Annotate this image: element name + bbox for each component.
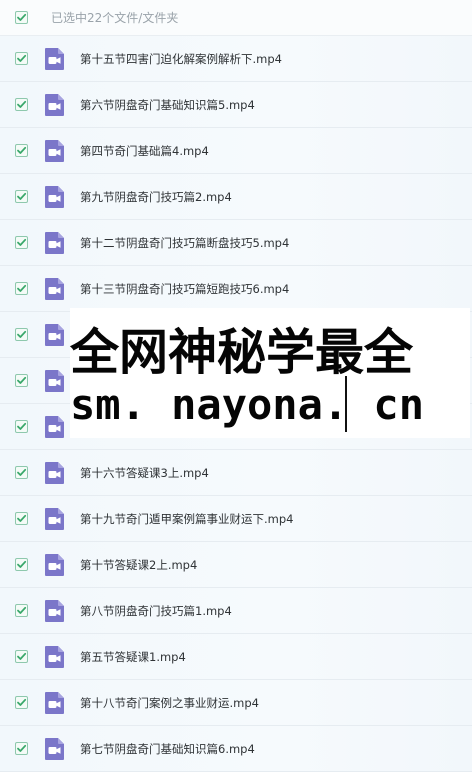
file-name[interactable]: 第十三节阴盘奇门技巧篇短跑技巧6.mp4: [80, 281, 289, 297]
checkmark-icon: [17, 422, 27, 430]
checkmark-icon: [17, 560, 27, 568]
file-row[interactable]: 第十九节奇门遁甲案例篇事业财运下.mp4: [0, 496, 472, 542]
file-row[interactable]: 第六节阴盘奇门基础知识篇5.mp4: [0, 82, 472, 128]
watermark-overlay: 全网神秘学最全 sm. nayona. cn: [70, 308, 470, 438]
file-name[interactable]: 第五节答疑课1.mp4: [80, 649, 186, 665]
file-name[interactable]: 第十节答疑课2上.mp4: [80, 557, 197, 573]
file-name[interactable]: 第四节奇门基础篇4.mp4: [80, 143, 209, 159]
file-checkbox[interactable]: [15, 374, 28, 387]
file-row[interactable]: 第九节阴盘奇门技巧篇2.mp4: [0, 174, 472, 220]
checkmark-icon: [17, 652, 27, 660]
file-row[interactable]: 第十三节阴盘奇门技巧篇短跑技巧6.mp4: [0, 266, 472, 312]
file-row[interactable]: 第七节阴盘奇门基础知识篇6.mp4: [0, 726, 472, 772]
video-file-icon: [44, 185, 65, 209]
video-file-icon: [44, 369, 65, 393]
file-checkbox[interactable]: [15, 604, 28, 617]
checkmark-icon: [17, 468, 27, 476]
file-name[interactable]: 第九节阴盘奇门技巧篇2.mp4: [80, 189, 232, 205]
file-checkbox[interactable]: [15, 650, 28, 663]
checkmark-icon: [17, 146, 27, 154]
selection-header: 已选中22个文件/文件夹: [0, 0, 472, 36]
file-checkbox[interactable]: [15, 742, 28, 755]
file-checkbox[interactable]: [15, 328, 28, 341]
checkmark-icon: [17, 514, 27, 522]
video-file-icon: [44, 691, 65, 715]
select-all-checkbox[interactable]: [15, 11, 28, 24]
checkmark-icon: [17, 330, 27, 338]
file-checkbox[interactable]: [15, 98, 28, 111]
file-checkbox[interactable]: [15, 144, 28, 157]
checkmark-icon: [17, 192, 27, 200]
file-checkbox[interactable]: [15, 236, 28, 249]
video-file-icon: [44, 645, 65, 669]
file-row[interactable]: 第十节答疑课2上.mp4: [0, 542, 472, 588]
file-name[interactable]: 第十六节答疑课3上.mp4: [80, 465, 209, 481]
checkmark-icon: [17, 376, 27, 384]
video-file-icon: [44, 737, 65, 761]
file-checkbox[interactable]: [15, 282, 28, 295]
file-checkbox[interactable]: [15, 696, 28, 709]
video-file-icon: [44, 507, 65, 531]
checkmark-icon: [17, 54, 27, 62]
selection-count-label: 已选中22个文件/文件夹: [51, 11, 179, 25]
file-row[interactable]: 第十五节四害门迫化解案例解析下.mp4: [0, 36, 472, 82]
checkmark-icon: [17, 100, 27, 108]
video-file-icon: [44, 461, 65, 485]
file-checkbox[interactable]: [15, 558, 28, 571]
video-file-icon: [44, 231, 65, 255]
text-cursor: [345, 376, 347, 432]
video-file-icon: [44, 599, 65, 623]
video-file-icon: [44, 415, 65, 439]
video-file-icon: [44, 47, 65, 71]
checkmark-icon: [17, 606, 27, 614]
file-name[interactable]: 第七节阴盘奇门基础知识篇6.mp4: [80, 741, 255, 757]
file-name[interactable]: 第十五节四害门迫化解案例解析下.mp4: [80, 51, 282, 67]
checkmark-icon: [17, 238, 27, 246]
file-name[interactable]: 第六节阴盘奇门基础知识篇5.mp4: [80, 97, 255, 113]
checkmark-icon: [17, 698, 27, 706]
file-name[interactable]: 第十二节阴盘奇门技巧篇断盘技巧5.mp4: [80, 235, 289, 251]
video-file-icon: [44, 323, 65, 347]
checkmark-icon: [17, 13, 27, 21]
video-file-icon: [44, 553, 65, 577]
file-checkbox[interactable]: [15, 420, 28, 433]
watermark-url: sm. nayona. cn: [70, 380, 425, 429]
file-checkbox[interactable]: [15, 190, 28, 203]
file-name[interactable]: 第十九节奇门遁甲案例篇事业财运下.mp4: [80, 511, 293, 527]
file-row[interactable]: 第十八节奇门案例之事业财运.mp4: [0, 680, 472, 726]
file-checkbox[interactable]: [15, 466, 28, 479]
checkmark-icon: [17, 744, 27, 752]
file-name[interactable]: 第十八节奇门案例之事业财运.mp4: [80, 695, 259, 711]
checkmark-icon: [17, 284, 27, 292]
file-name[interactable]: 第八节阴盘奇门技巧篇1.mp4: [80, 603, 232, 619]
video-file-icon: [44, 139, 65, 163]
video-file-icon: [44, 277, 65, 301]
file-checkbox[interactable]: [15, 52, 28, 65]
file-row[interactable]: 第十二节阴盘奇门技巧篇断盘技巧5.mp4: [0, 220, 472, 266]
file-row[interactable]: 第十六节答疑课3上.mp4: [0, 450, 472, 496]
file-row[interactable]: 第五节答疑课1.mp4: [0, 634, 472, 680]
video-file-icon: [44, 93, 65, 117]
file-row[interactable]: 第八节阴盘奇门技巧篇1.mp4: [0, 588, 472, 634]
watermark-title: 全网神秘学最全: [70, 324, 414, 381]
file-row[interactable]: 第四节奇门基础篇4.mp4: [0, 128, 472, 174]
file-checkbox[interactable]: [15, 512, 28, 525]
